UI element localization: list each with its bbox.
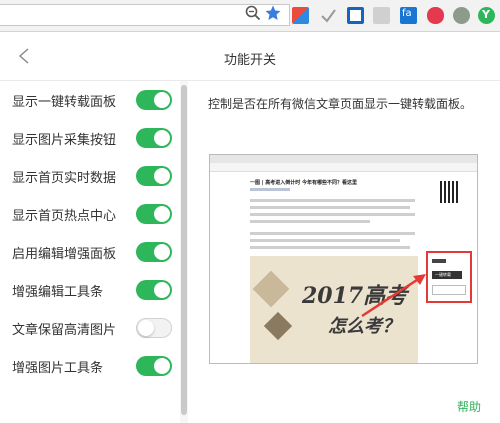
preview-qr-code <box>440 181 460 203</box>
panel-title: 功能开关 <box>223 53 276 68</box>
toggle-knob <box>138 320 154 336</box>
preview-text-line <box>250 246 410 249</box>
preview-text-line <box>250 239 400 242</box>
setting-label: 显示首页实时数据 <box>12 171 117 186</box>
toggle-knob <box>154 168 170 184</box>
setting-row: 显示图片采集按钮 <box>0 119 178 157</box>
setting-row: 显示首页实时数据 <box>0 157 178 195</box>
browser-toolbar: fa Y <box>0 0 500 32</box>
feature-description: 控制是否在所有微信文章页面显示一键转载面板。 <box>208 97 473 111</box>
banner-decoration <box>263 311 293 341</box>
extension-icon-1[interactable] <box>292 7 309 24</box>
setting-row: 文章保留高清图片 <box>0 309 178 347</box>
fa-extension-icon[interactable]: fa <box>400 7 417 24</box>
preview-repost-label: 一键转载 <box>435 272 451 277</box>
preview-text-line <box>250 199 415 202</box>
setting-label: 增强图片工具条 <box>12 361 104 376</box>
preview-text-line <box>250 232 415 235</box>
red-arrow-icon <box>361 274 426 318</box>
setting-label: 文章保留高清图片 <box>12 323 117 338</box>
preview-repost-button: 一键转载 <box>432 271 462 279</box>
preview-image: 一图 | 高考进入倒计时 今年有哪些不同？看这里 2017高考 怎么考？ 一键转… <box>209 154 478 364</box>
settings-list: 显示一键转载面板 显示图片采集按钮 显示首页实时数据 显示首页热点中心 启用编辑… <box>0 81 178 423</box>
setting-row: 显示首页热点中心 <box>0 195 178 233</box>
y-extension-icon[interactable]: Y <box>478 7 495 24</box>
preview-meta-line <box>250 188 290 191</box>
setting-label: 显示一键转载面板 <box>12 95 117 110</box>
toggle-switch[interactable] <box>136 166 172 186</box>
preview-panel-field <box>432 285 466 295</box>
toggle-knob <box>154 206 170 222</box>
zoom-icon[interactable] <box>244 4 262 22</box>
toggle-knob <box>154 92 170 108</box>
preview-panel-heading <box>432 259 446 263</box>
preview-text-line <box>250 220 370 223</box>
setting-row: 增强编辑工具条 <box>0 271 178 309</box>
toggle-switch[interactable] <box>136 356 172 376</box>
help-link[interactable]: 帮助 <box>457 398 481 415</box>
feature-switch-panel: 功能开关 显示一键转载面板 显示图片采集按钮 显示首页实时数据 显示首页热点中心… <box>0 33 500 423</box>
toggle-knob <box>154 358 170 374</box>
toggle-knob <box>154 130 170 146</box>
preview-highlight-box: 一键转载 <box>426 251 472 303</box>
toggle-knob <box>154 282 170 298</box>
toggle-switch[interactable] <box>136 318 172 338</box>
bookmark-star-icon[interactable] <box>264 4 282 22</box>
setting-label: 增强编辑工具条 <box>12 285 104 300</box>
preview-article-title: 一图 | 高考进入倒计时 今年有哪些不同？看这里 <box>250 180 358 186</box>
scrollbar-thumb[interactable] <box>181 85 187 415</box>
setting-row: 显示一键转载面板 <box>0 81 178 119</box>
preview-text-line <box>250 206 410 209</box>
window-extension-icon[interactable] <box>347 7 364 24</box>
preview-addressbar <box>210 163 477 172</box>
toggle-switch[interactable] <box>136 90 172 110</box>
puzzle-extension-icon[interactable] <box>453 7 470 24</box>
setting-label: 显示首页热点中心 <box>12 209 117 224</box>
setting-label: 启用编辑增强面板 <box>12 247 117 262</box>
banner-decoration <box>252 270 290 308</box>
preview-tabbar <box>210 155 477 163</box>
toggle-switch[interactable] <box>136 242 172 262</box>
toggle-switch[interactable] <box>136 128 172 148</box>
gray-extension-icon[interactable] <box>373 7 390 24</box>
toggle-knob <box>154 244 170 260</box>
checkmark-extension-icon[interactable] <box>320 7 337 24</box>
setting-row: 启用编辑增强面板 <box>0 233 178 271</box>
preview-text-line <box>250 213 415 216</box>
red-extension-icon[interactable] <box>427 7 444 24</box>
setting-label: 显示图片采集按钮 <box>12 133 117 148</box>
toggle-switch[interactable] <box>136 280 172 300</box>
setting-row: 增强图片工具条 <box>0 347 178 385</box>
toggle-switch[interactable] <box>136 204 172 224</box>
